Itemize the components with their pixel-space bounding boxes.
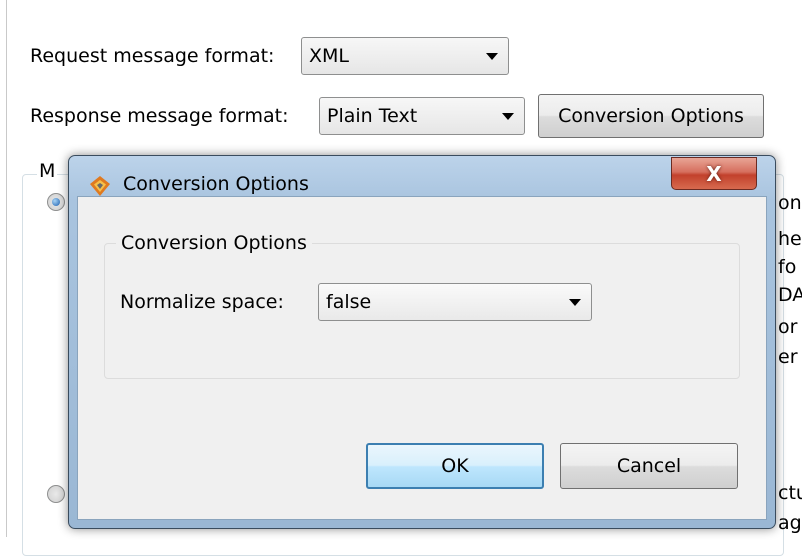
- window-border: [6, 0, 7, 537]
- cancel-button[interactable]: Cancel: [560, 443, 738, 489]
- normalize-space-select[interactable]: false: [318, 283, 592, 321]
- close-icon: X: [706, 161, 722, 186]
- radio-option-2[interactable]: [47, 485, 65, 503]
- peek-text-1: on: [778, 192, 802, 214]
- peek-text-4: DA: [778, 284, 802, 306]
- ok-button[interactable]: OK: [366, 443, 544, 489]
- radio-option-1[interactable]: [47, 193, 65, 211]
- chevron-down-icon: [569, 298, 581, 306]
- peek-text-7: ctu: [778, 482, 802, 504]
- group-box-label: M: [37, 160, 58, 182]
- dialog-content: Conversion Options Normalize space: fals…: [77, 196, 767, 520]
- close-button[interactable]: X: [671, 157, 757, 190]
- peek-text-6: er i: [778, 346, 802, 368]
- peek-text-5: or: [778, 316, 798, 338]
- peek-text-8: ag: [778, 512, 802, 534]
- peek-text-3: fo: [778, 256, 797, 278]
- dialog-title: Conversion Options: [123, 173, 309, 195]
- response-format-select[interactable]: Plain Text: [319, 97, 525, 135]
- conversion-options-dialog: Conversion Options X Conversion Options …: [68, 155, 776, 529]
- normalize-space-label: Normalize space:: [120, 291, 284, 313]
- conversion-options-group-label: Conversion Options: [116, 232, 312, 254]
- response-format-value: Plain Text: [327, 105, 418, 127]
- conversion-options-button[interactable]: Conversion Options: [538, 94, 764, 138]
- request-format-select[interactable]: XML: [301, 37, 509, 75]
- response-format-label: Response message format:: [30, 105, 289, 127]
- request-format-label: Request message format:: [30, 45, 275, 67]
- app-logo-icon: [90, 176, 110, 196]
- chevron-down-icon: [502, 112, 514, 120]
- normalize-space-value: false: [326, 291, 372, 313]
- chevron-down-icon: [486, 52, 498, 60]
- request-format-value: XML: [309, 45, 349, 67]
- peek-text-2: hes: [778, 228, 802, 250]
